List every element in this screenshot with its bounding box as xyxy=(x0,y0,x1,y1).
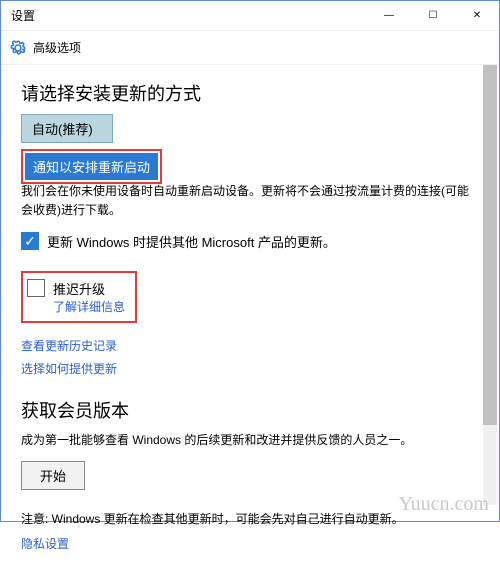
scrollbar-track[interactable] xyxy=(483,65,497,505)
section-heading-install: 请选择安装更新的方式 xyxy=(21,80,479,106)
link-how-updates-delivered[interactable]: 选择如何提供更新 xyxy=(21,360,117,377)
highlight-box-option: 通知以安排重新启动 xyxy=(21,149,162,184)
gear-icon xyxy=(9,39,27,57)
insider-note: 注意: Windows 更新在检查其他更新时，可能会先对自己进行自动更新。 xyxy=(21,510,479,529)
window-title: 设置 xyxy=(11,7,367,24)
link-update-history[interactable]: 查看更新历史记录 xyxy=(21,337,117,354)
page-header: 高级选项 xyxy=(1,31,499,65)
close-button[interactable]: ✕ xyxy=(455,1,499,31)
checkbox-ms-products-label: 更新 Windows 时提供其他 Microsoft 产品的更新。 xyxy=(47,232,336,251)
checkbox-defer-label: 推迟升级 xyxy=(53,282,105,297)
scrollbar-thumb[interactable] xyxy=(483,65,497,425)
checkbox-defer-upgrade[interactable] xyxy=(27,279,45,297)
title-bar: 设置 — ☐ ✕ xyxy=(1,1,499,31)
checkbox-defer-content: 推迟升级 了解详细信息 xyxy=(53,279,125,315)
install-mode-dropdown[interactable]: 自动(推荐) xyxy=(21,114,113,143)
link-learn-more[interactable]: 了解详细信息 xyxy=(53,298,125,315)
header-label: 高级选项 xyxy=(33,39,81,56)
minimize-button[interactable]: — xyxy=(367,1,411,31)
start-button[interactable]: 开始 xyxy=(21,461,85,490)
section-heading-insider: 获取会员版本 xyxy=(21,397,479,423)
install-mode-option-notify[interactable]: 通知以安排重新启动 xyxy=(25,153,158,180)
maximize-button[interactable]: ☐ xyxy=(411,1,455,31)
highlight-box-defer: 推迟升级 了解详细信息 xyxy=(21,271,137,323)
link-privacy-settings[interactable]: 隐私设置 xyxy=(21,535,69,552)
insider-description: 成为第一批能够查看 Windows 的后续更新和改进并提供反馈的人员之一。 xyxy=(21,431,479,450)
install-description: 我们会在你未使用设备时自动重新启动设备。更新将不会通过按流量计费的连接(可能会收… xyxy=(21,182,479,220)
checkbox-ms-products-row: ✓ 更新 Windows 时提供其他 Microsoft 产品的更新。 xyxy=(21,232,479,251)
main-content: 请选择安装更新的方式 自动(推荐) 通知以安排重新启动 我们会在你未使用设备时自… xyxy=(1,65,499,568)
checkbox-ms-products[interactable]: ✓ xyxy=(21,232,39,250)
